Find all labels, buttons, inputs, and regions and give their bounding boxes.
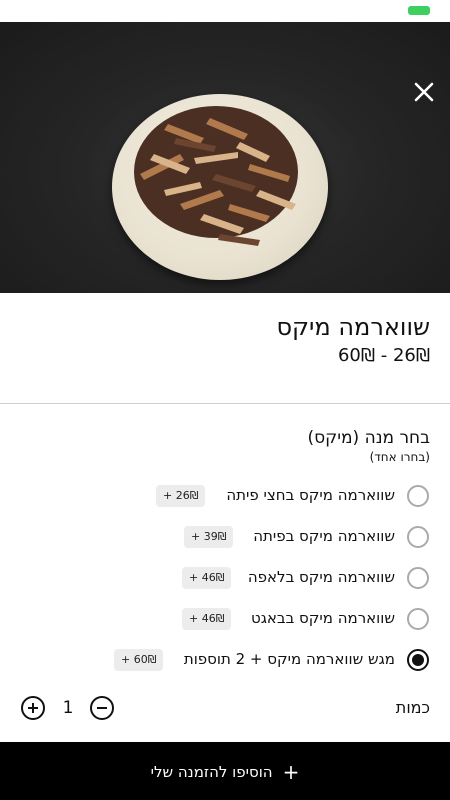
price-range: 26₪ - 60₪	[337, 345, 430, 366]
close-button[interactable]	[412, 80, 436, 104]
option-label: שווארמה מיקס בפיתה	[253, 527, 395, 545]
option-price: + 39₪	[184, 526, 234, 548]
shawarma-graphic	[134, 106, 298, 246]
add-to-order-label: הוסיפו להזמנה שלי	[150, 763, 273, 781]
status-bar	[0, 0, 450, 22]
quantity-bar: 1 כמות	[0, 674, 450, 742]
product-header: שווארמה מיקס 26₪ - 60₪	[0, 293, 450, 403]
option-row[interactable]: מגש שווארמה מיקס + 2 תוספות + 60₪	[0, 642, 450, 674]
add-to-order-content: + הוסיפו להזמנה שלי	[0, 760, 450, 784]
add-to-order-button[interactable]: + הוסיפו להזמנה שלי	[0, 742, 450, 800]
quantity-value: 1	[62, 698, 74, 718]
radio-button[interactable]	[407, 526, 429, 548]
option-row[interactable]: שווארמה מיקס בחצי פיתה + 26₪	[0, 478, 450, 518]
options-group-subtitle: (בחרו אחד)	[369, 450, 430, 464]
option-label: שווארמה מיקס בלאפה	[247, 568, 395, 586]
option-row[interactable]: שווארמה מיקס בפיתה + 39₪	[0, 519, 450, 559]
options-group-title: בחר מנה (מיקס)	[307, 428, 430, 448]
battery-icon	[408, 6, 430, 15]
option-label: מגש שווארמה מיקס + 2 תוספות	[183, 650, 395, 668]
increase-quantity-button[interactable]	[21, 696, 45, 720]
radio-button[interactable]	[407, 567, 429, 589]
product-sheet: שווארמה מיקס 26₪ - 60₪ בחר מנה (מיקס) (ב…	[0, 0, 450, 800]
radio-button[interactable]	[407, 608, 429, 630]
radio-button[interactable]	[407, 485, 429, 507]
options-group: בחר מנה (מיקס) (בחרו אחד) שווארמה מיקס ב…	[0, 404, 450, 674]
quantity-label: כמות	[395, 698, 430, 717]
radio-button-selected[interactable]	[407, 649, 429, 671]
option-price: + 46₪	[182, 567, 232, 589]
option-price: + 60₪	[114, 649, 164, 671]
option-price: + 46₪	[182, 608, 232, 630]
option-row[interactable]: שווארמה מיקס בלאפה + 46₪	[0, 560, 450, 600]
option-label: שווארמה מיקס בבאגט	[250, 609, 395, 627]
decrease-quantity-button[interactable]	[90, 696, 114, 720]
minus-icon	[97, 707, 107, 709]
plus-icon-stroke	[32, 703, 34, 713]
option-label: שווארמה מיקס בחצי פיתה	[226, 486, 395, 504]
product-title: שווארמה מיקס	[276, 313, 430, 341]
plus-icon: +	[282, 760, 300, 784]
product-image	[0, 22, 450, 293]
option-row[interactable]: שווארמה מיקס בבאגט + 46₪	[0, 601, 450, 641]
close-icon	[414, 82, 434, 102]
option-price: + 26₪	[156, 485, 206, 507]
